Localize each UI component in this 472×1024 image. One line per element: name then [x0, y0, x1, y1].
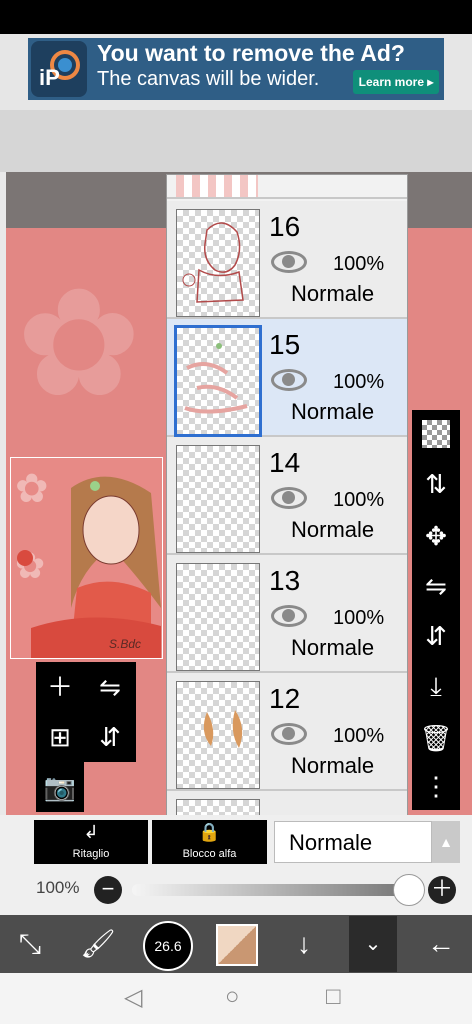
layer-blend-mode: Normale [291, 635, 375, 660]
layer-opacity: 100% [333, 489, 385, 511]
layer-swap-icon[interactable]: ⇅ [412, 462, 460, 506]
layer-thumbnail [176, 563, 260, 671]
alpha-lock-button[interactable]: 🔒 Blocco alfa [152, 820, 267, 864]
color-swatch[interactable] [216, 924, 258, 966]
layer-row-13[interactable]: 13 100% Normale [167, 555, 407, 673]
canvas-tools: ＋ ⇋ ⊞ ⇵ [36, 662, 136, 762]
ad-title: You want to remove the Ad? [97, 40, 405, 66]
clipping-label: Ritaglio [72, 848, 110, 860]
ad-logo-text: iP [39, 65, 60, 90]
opacity-value: 100% [36, 878, 80, 897]
layer-row-14[interactable]: 14 100% Normale [167, 437, 407, 555]
clipping-button[interactable]: ↲ Ritaglio [34, 820, 148, 864]
preview-star-decoration: ✿ [15, 467, 49, 511]
layer-row-12[interactable]: 12 100% Normale [167, 673, 407, 791]
visibility-eye-icon[interactable] [271, 487, 307, 509]
canvas-star-decoration: ✿ [16, 259, 142, 427]
visibility-eye-icon[interactable] [271, 723, 307, 745]
back-arrow-icon[interactable]: ← [413, 915, 469, 973]
android-nav-bar: ◁ ○ □ [0, 973, 472, 1024]
layer-opacity: 100% [333, 607, 385, 629]
tool-selection-icon[interactable]: ⤡ [2, 915, 58, 973]
lock-icon: 🔒 [198, 822, 221, 842]
brush-icon[interactable]: 🖌 [70, 915, 126, 973]
blend-mode-select[interactable]: Normale [274, 821, 432, 863]
status-bar [0, 0, 472, 34]
nav-home-icon[interactable]: ○ [225, 983, 240, 1011]
opacity-slider[interactable] [132, 884, 408, 896]
ibispaint-logo-icon: iP [31, 41, 87, 97]
opacity-increase-button[interactable]: ＋ [428, 876, 456, 904]
layer-thumbnail [176, 445, 260, 553]
layer-thumbnail [176, 209, 260, 317]
flip-horizontal-icon[interactable]: ⇋ [412, 564, 460, 608]
layer-opacity: 100% [333, 725, 385, 747]
opacity-slider-knob[interactable] [393, 874, 425, 906]
layer-row-15[interactable]: 15 100% Normale [167, 319, 407, 437]
layer-blend-mode: Normale [291, 753, 375, 778]
clipping-arrow-icon: ↲ [83, 822, 99, 842]
camera-icon[interactable]: 📷 [36, 764, 84, 810]
layer-blend-mode: Normale [291, 517, 375, 542]
blend-mode-dropdown-icon[interactable]: ▲ [432, 821, 460, 863]
layer-blend-mode: Normale [291, 281, 375, 306]
add-layer-icon[interactable]: ＋ [36, 664, 84, 710]
nav-recents-icon[interactable]: □ [326, 983, 341, 1011]
layer-opacity: 100% [333, 371, 385, 393]
canvas-preview[interactable]: ✿ ✿ S.Bdc [10, 457, 163, 659]
layer-thumbnail-partial [176, 175, 258, 197]
brush-size-indicator[interactable]: 26.6 [143, 921, 193, 971]
layer-thumbnail [176, 799, 260, 815]
layer-thumbnail [176, 681, 260, 789]
merge-down-icon[interactable]: ⤓ [412, 664, 460, 708]
visibility-eye-icon[interactable] [271, 605, 307, 627]
chevron-down-icon: ⌄ [364, 933, 382, 955]
flip-canvas-vertical-icon[interactable]: ⇵ [86, 714, 134, 760]
layer-divider [167, 197, 407, 199]
delete-layer-icon[interactable]: 🗑 [412, 716, 460, 760]
layer-number: 14 [269, 447, 301, 478]
alpha-lock-label: Blocco alfa [182, 848, 237, 860]
canvas-top-margin [0, 110, 472, 172]
nav-back-icon[interactable]: ◁ [124, 983, 142, 1012]
layer-blend-mode: Normale [291, 399, 375, 424]
opacity-decrease-button[interactable]: − [94, 876, 122, 904]
flip-canvas-horizontal-icon[interactable]: ⇋ [86, 664, 134, 710]
visibility-eye-icon[interactable] [271, 251, 307, 273]
layer-panel[interactable]: 16 100% Normale 15 100% Normale 14 100% … [166, 174, 408, 816]
layer-number: 15 [269, 329, 301, 360]
flip-vertical-icon[interactable]: ⇵ [412, 614, 460, 658]
layer-row-16[interactable]: 16 100% Normale [167, 201, 407, 319]
ad-subtitle: The canvas will be wider. [97, 68, 320, 90]
layer-number: 16 [269, 211, 301, 242]
move-icon[interactable]: ✥ [412, 514, 460, 558]
visibility-eye-icon[interactable] [271, 369, 307, 391]
preview-signature: S.Bdc [109, 637, 141, 651]
more-options-icon[interactable]: ⋮ [412, 764, 460, 808]
layer-thumbnail [174, 325, 262, 437]
layer-number: 13 [269, 565, 301, 596]
undo-arrow-icon[interactable]: ↓ [276, 915, 332, 973]
preview-star-decoration: ✿ [15, 545, 45, 586]
transparent-fill-icon[interactable] [412, 412, 460, 456]
layer-opacity: 100% [333, 253, 385, 275]
layers-toggle-button[interactable]: ⌄ [349, 916, 397, 972]
layer-row-partial[interactable] [167, 791, 407, 815]
layer-tools-toolbar: ⇅ ✥ ⇋ ⇵ ⤓ 🗑 ⋮ [412, 410, 460, 810]
learn-more-button[interactable]: Learn more ▸ [353, 70, 439, 94]
add-copy-layer-icon[interactable]: ⊞ [36, 714, 84, 760]
camera-tool: 📷 [36, 762, 84, 812]
layer-number: 12 [269, 683, 301, 714]
